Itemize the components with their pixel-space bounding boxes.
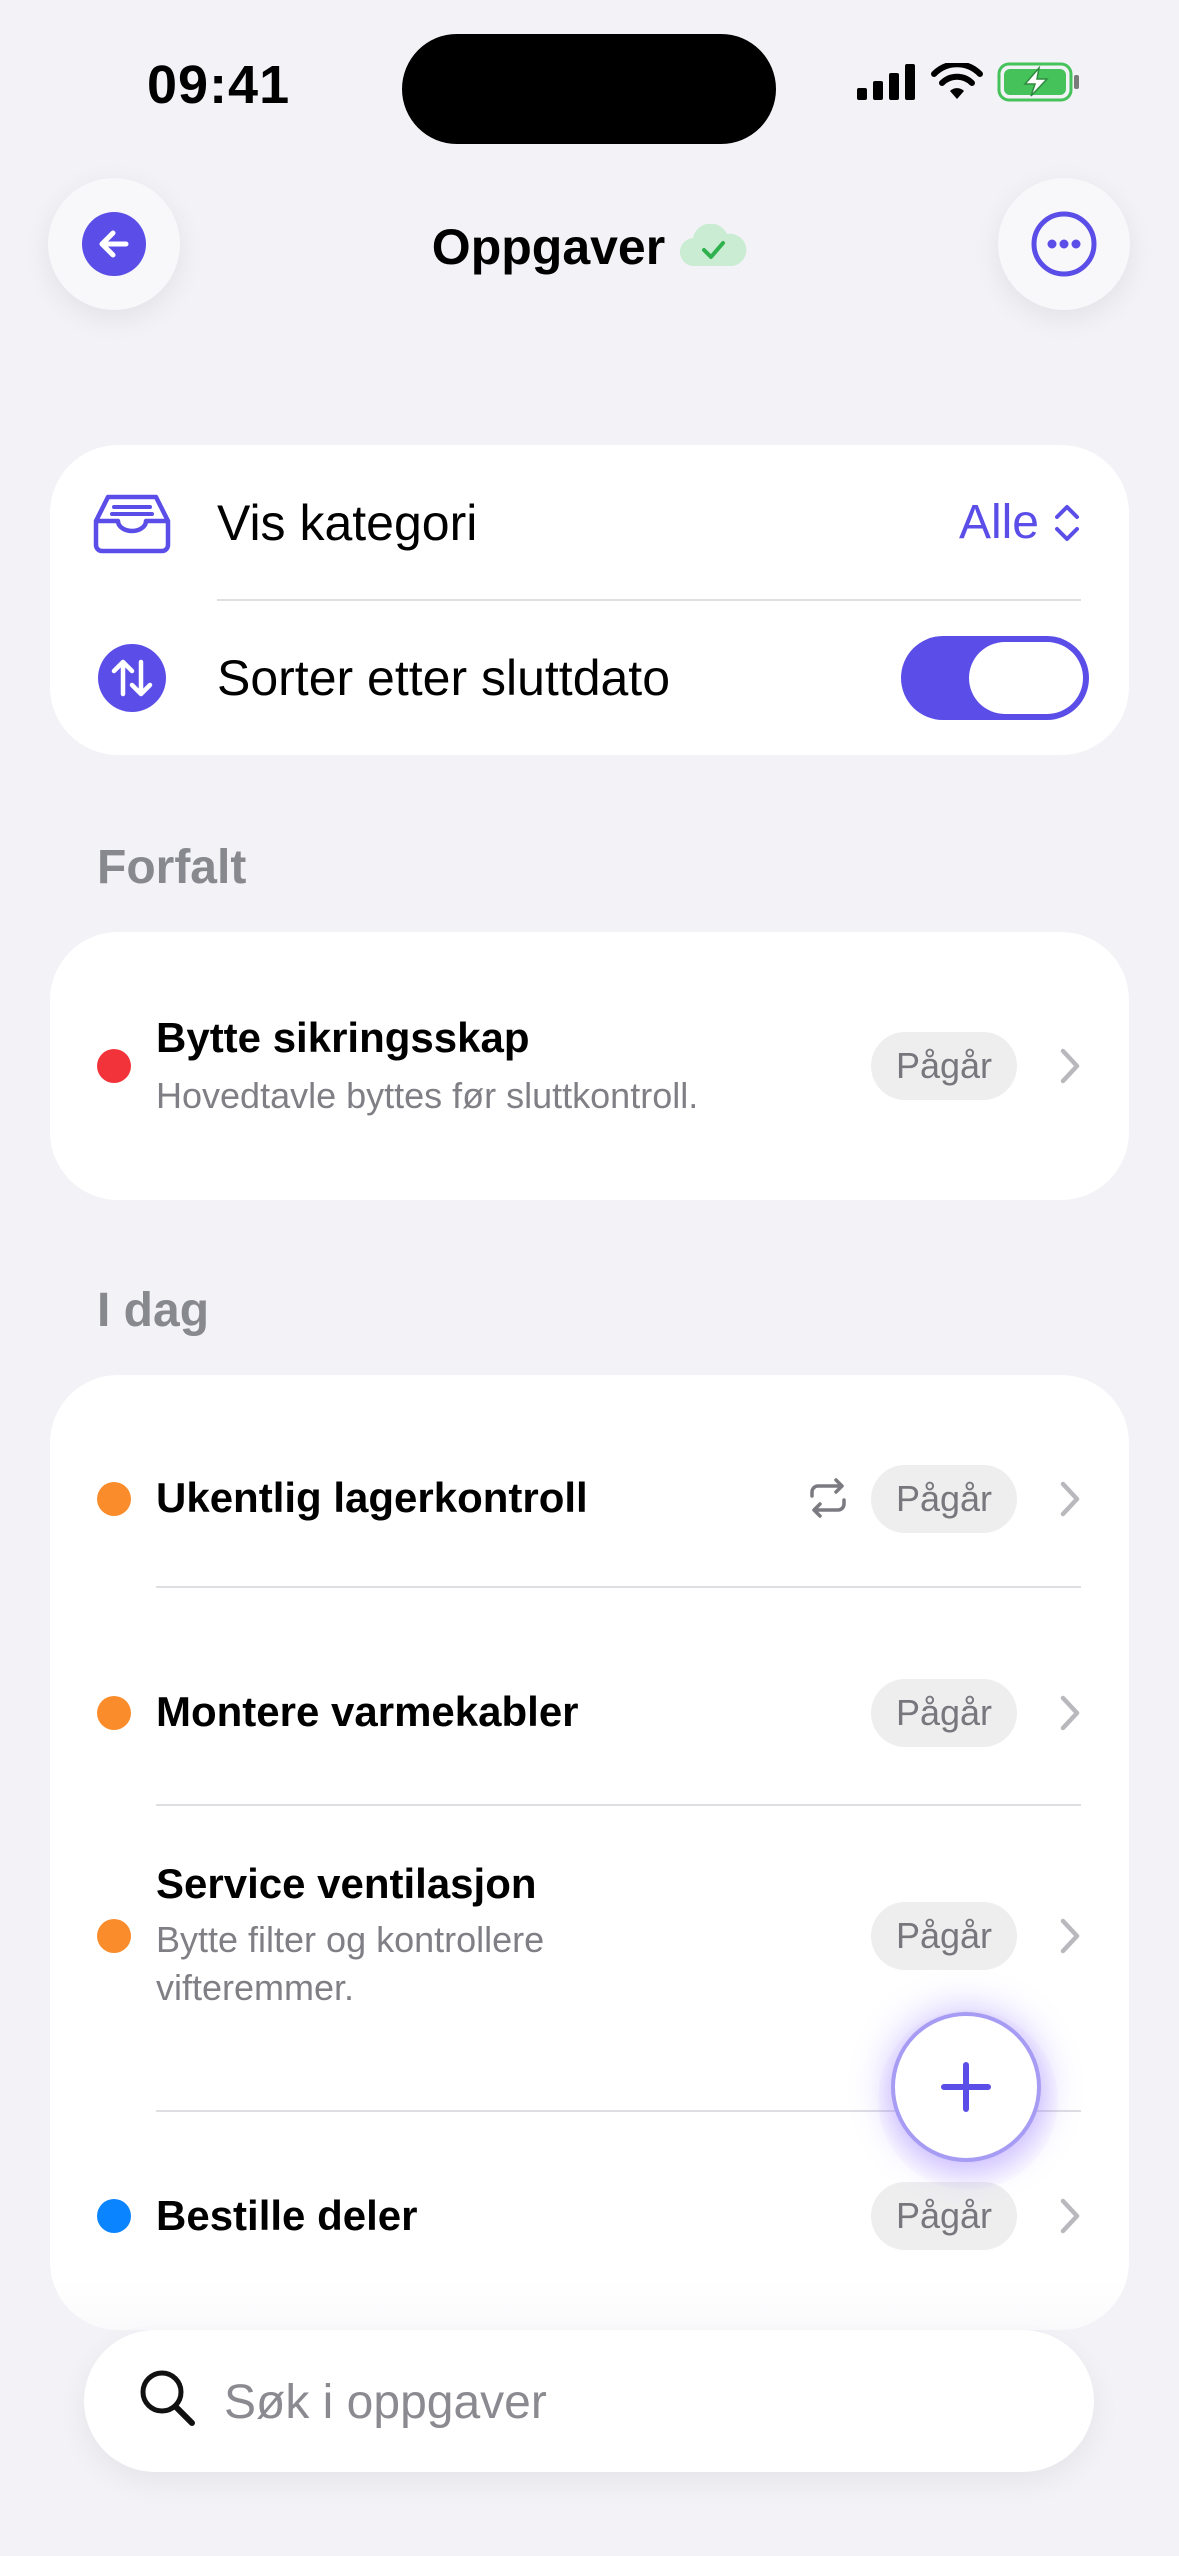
search-icon bbox=[140, 2370, 195, 2426]
category-value: Alle bbox=[958, 496, 1039, 549]
status-icons bbox=[857, 62, 1081, 102]
overdue-card: Bytte sikringsskap Hovedtavle byttes før… bbox=[50, 932, 1129, 1200]
tray-icon bbox=[90, 491, 174, 555]
priority-dot-red bbox=[97, 1049, 131, 1083]
task-row[interactable]: Bytte sikringsskap Hovedtavle byttes før… bbox=[50, 932, 1129, 1200]
sort-arrows-icon bbox=[90, 643, 174, 712]
task-row[interactable]: Ukentlig lagerkontroll Pågår bbox=[50, 1375, 1129, 1586]
chevron-right-icon bbox=[1060, 1918, 1080, 1954]
chevron-right-icon bbox=[1060, 1695, 1080, 1731]
section-header-overdue: Forfalt bbox=[97, 841, 247, 894]
status-badge: Pågår bbox=[871, 2182, 1017, 2250]
section-header-today: I dag bbox=[97, 1284, 210, 1337]
dynamic-island bbox=[402, 34, 776, 144]
filter-card: Vis kategori Alle Sorter etter sluttdato bbox=[50, 445, 1129, 755]
task-row[interactable]: Montere varmekabler Pågår bbox=[50, 1588, 1129, 1804]
chevron-up-down-icon bbox=[1055, 504, 1079, 541]
status-time: 09:41 bbox=[147, 55, 291, 115]
cellular-signal-icon bbox=[857, 64, 915, 100]
add-task-button[interactable] bbox=[891, 2012, 1041, 2162]
category-row[interactable]: Vis kategori Alle bbox=[50, 445, 1129, 600]
sort-row: Sorter etter sluttdato bbox=[50, 600, 1129, 755]
nav-header: Oppgaver bbox=[0, 170, 1179, 320]
task-description-line-1: Bytte filter og kontrollere bbox=[156, 1919, 545, 1960]
chevron-right-icon bbox=[1060, 1481, 1080, 1517]
status-badge: Pågår bbox=[871, 1679, 1017, 1747]
more-button[interactable] bbox=[998, 178, 1130, 310]
sort-label: Sorter etter sluttdato bbox=[217, 649, 671, 706]
search-input[interactable] bbox=[222, 2366, 1026, 2438]
status-badge: Pågår bbox=[871, 1465, 1017, 1533]
status-bar: 09:41 bbox=[0, 0, 1179, 170]
task-description: Hovedtavle byttes før sluttkontroll. bbox=[156, 1075, 699, 1116]
task-title: Ukentlig lagerkontroll bbox=[156, 1474, 588, 1521]
chevron-right-icon bbox=[1060, 2198, 1080, 2234]
search-bar[interactable] bbox=[84, 2330, 1094, 2472]
repeat-icon bbox=[810, 1478, 846, 1518]
priority-dot-blue bbox=[97, 2199, 131, 2233]
task-title: Montere varmekabler bbox=[156, 1688, 579, 1735]
status-badge: Pågår bbox=[871, 1032, 1017, 1100]
wifi-icon bbox=[931, 63, 983, 99]
ellipsis-icon bbox=[1031, 211, 1097, 277]
status-badge: Pågår bbox=[871, 1902, 1017, 1970]
category-label: Vis kategori bbox=[217, 494, 478, 551]
task-description-line-2: vifteremmer. bbox=[156, 1967, 355, 2008]
sort-toggle[interactable] bbox=[901, 635, 1089, 720]
task-title: Bestille deler bbox=[156, 2192, 418, 2239]
chevron-right-icon bbox=[1060, 1048, 1080, 1084]
priority-dot-orange bbox=[97, 1919, 131, 1953]
page-title: Oppgaver bbox=[431, 219, 666, 275]
task-title: Service ventilasjon bbox=[156, 1860, 537, 1907]
category-select[interactable]: Alle bbox=[959, 495, 1081, 550]
plus-icon bbox=[941, 2062, 991, 2112]
task-title: Bytte sikringsskap bbox=[156, 1014, 530, 1061]
priority-dot-orange bbox=[97, 1696, 131, 1730]
battery-charging-icon bbox=[997, 62, 1079, 102]
toggle-knob bbox=[969, 641, 1083, 714]
priority-dot-orange bbox=[97, 1482, 131, 1516]
cloud-check-icon bbox=[680, 224, 747, 267]
